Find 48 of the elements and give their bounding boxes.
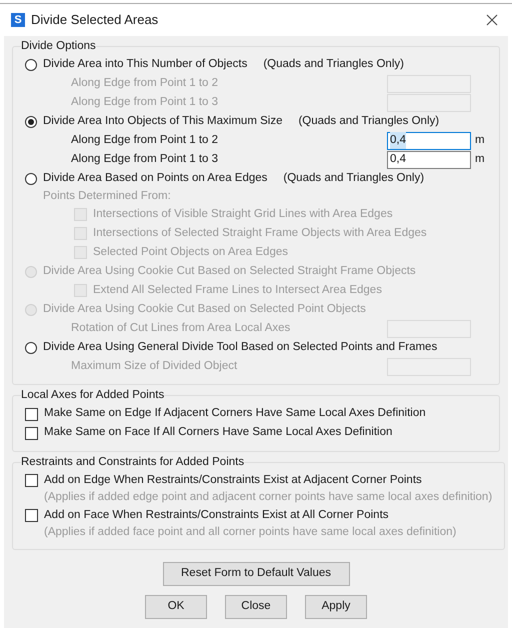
option-note: (Quads and Triangles Only) bbox=[283, 171, 424, 186]
checkbox-note: (Applies if added edge point and adjacent corner points have same local axes definition) bbox=[44, 490, 492, 506]
option-label: Divide Area Using General Divide Tool Based on Selected Points and Frames bbox=[43, 340, 438, 356]
group-title: Divide Options bbox=[21, 39, 96, 54]
checkbox-label: Make Same on Edge If Adjacent Corners Have Same Local Axes Definition bbox=[44, 406, 426, 422]
checkbox-label: Add on Face When Restraints/Constraints Exist at All Corner Points bbox=[44, 508, 389, 523]
dialog-button[interactable]: OK bbox=[145, 594, 207, 619]
radio-button[interactable] bbox=[25, 116, 37, 128]
radio-button[interactable] bbox=[25, 172, 37, 185]
radio-button[interactable] bbox=[25, 58, 37, 71]
option-label: Divide Area Based on Points on Area Edges bbox=[43, 171, 268, 186]
section-label: Points Determined From: bbox=[43, 189, 171, 204]
checkbox[interactable] bbox=[25, 474, 38, 487]
field-label: Rotation of Cut Lines from Area Local Axes bbox=[71, 321, 292, 336]
option-label: Divide Area into This Number of Objects bbox=[43, 57, 248, 72]
option-note: (Quads and Triangles Only) bbox=[263, 57, 404, 72]
checkbox-label: Selected Point Objects on Area Edges bbox=[93, 245, 288, 260]
close-icon[interactable] bbox=[486, 14, 498, 26]
checkbox-label: Make Same on Face If All Corners Have Same Local Axes Definition bbox=[44, 425, 392, 440]
field-label: Maximum Size of Divided Object bbox=[71, 359, 238, 374]
window-title: Divide Selected Areas bbox=[31, 11, 158, 30]
unit-label: m bbox=[474, 133, 486, 148]
checkbox[interactable] bbox=[25, 426, 38, 440]
input-field[interactable]: 0,4 bbox=[387, 132, 471, 150]
checkbox-label: Intersections of Selected Straight Frame Objects with Area Edges bbox=[93, 226, 427, 242]
dialog-button[interactable]: Close bbox=[225, 594, 287, 619]
field-label: Along Edge from Point 1 to 3 bbox=[71, 95, 220, 110]
checkbox-label: Extend All Selected Frame Lines to Intersect Area Edges bbox=[93, 283, 382, 298]
input-field[interactable]: 0,4 bbox=[387, 150, 471, 169]
checkbox-label: Intersections of Visible Straight Grid Lines with Area Edges bbox=[93, 207, 393, 222]
radio-button[interactable] bbox=[25, 342, 37, 354]
option-label: Divide Area Into Objects of This Maximum Size bbox=[43, 114, 282, 130]
option-note: (Quads and Triangles Only) bbox=[298, 114, 440, 130]
option-label: Divide Area Using Cookie Cut Based on Selected Point Objects bbox=[43, 302, 366, 318]
checkbox[interactable] bbox=[25, 408, 38, 420]
field-label: Along Edge from Point 1 to 3 bbox=[71, 152, 220, 168]
unit-label: m bbox=[474, 152, 486, 168]
app-logo-icon: S bbox=[11, 13, 25, 27]
dialog-button[interactable]: Apply bbox=[305, 594, 367, 619]
option-label: Divide Area Using Cookie Cut Based on Selected Straight Frame Objects bbox=[43, 264, 416, 280]
field-label: Along Edge from Point 1 to 2 bbox=[71, 76, 220, 92]
checkbox-label: Add on Edge When Restraints/Constraints Exist at Adjacent Corner Points bbox=[44, 472, 422, 488]
group-title: Local Axes for Added Points bbox=[21, 388, 164, 404]
checkbox-note: (Applies if added face point and all corner points have same local axes definition) bbox=[44, 525, 456, 540]
checkbox[interactable] bbox=[25, 508, 38, 522]
group-title: Restraints and Constraints for Added Points bbox=[21, 454, 244, 470]
field-label: Along Edge from Point 1 to 2 bbox=[71, 133, 220, 148]
reset-button[interactable]: Reset Form to Default Values bbox=[162, 562, 350, 586]
